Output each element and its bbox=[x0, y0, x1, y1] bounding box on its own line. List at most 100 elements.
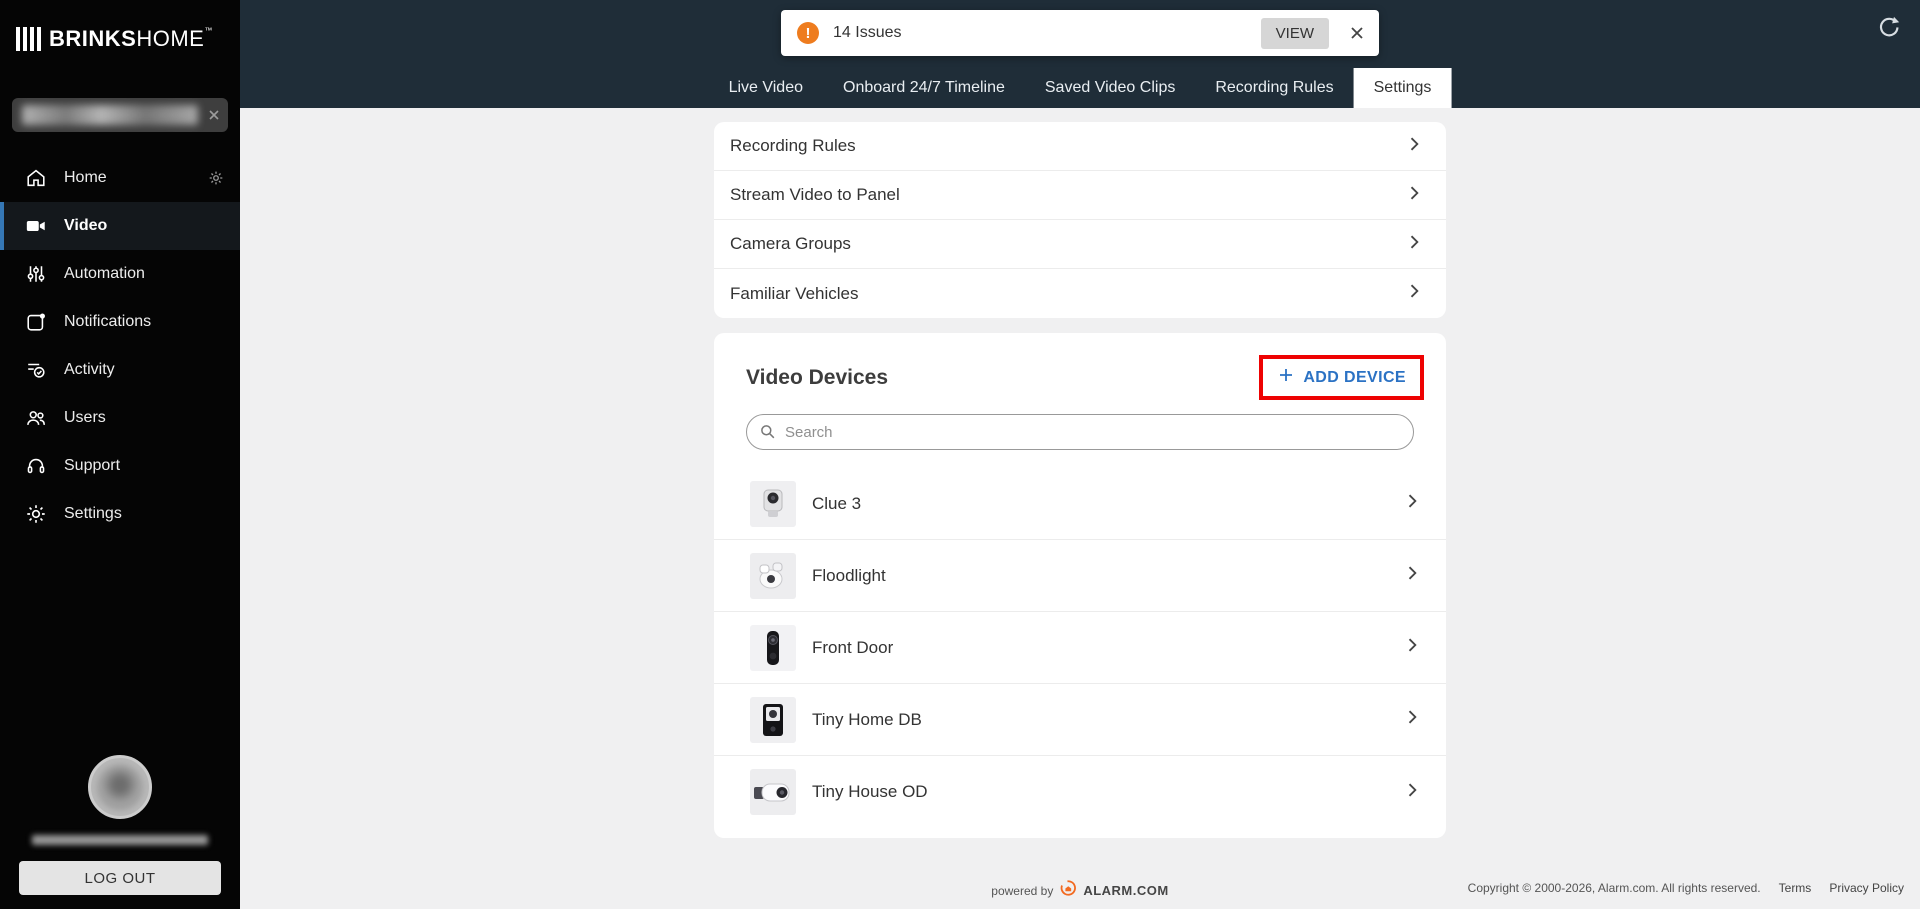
video-devices-card: Video Devices ADD DEVICE Clue 3 bbox=[714, 333, 1446, 838]
home-gear-icon[interactable] bbox=[208, 170, 224, 186]
redacted-email bbox=[32, 835, 208, 845]
device-name: Floodlight bbox=[812, 565, 886, 585]
row-label: Recording Rules bbox=[730, 136, 856, 155]
alarm-com-logo-icon bbox=[1059, 879, 1077, 902]
sidebar-item-home[interactable]: Home bbox=[0, 154, 240, 202]
device-thumbnail bbox=[750, 480, 796, 527]
add-device-button[interactable]: ADD DEVICE bbox=[1277, 366, 1406, 389]
sidebar: BRINKSHOME™ Home Video Automation Notifi… bbox=[0, 0, 240, 909]
video-tabs: Live Video Onboard 24/7 Timeline Saved V… bbox=[709, 68, 1452, 108]
legal-links: Copyright © 2000-2026, Alarm.com. All ri… bbox=[1468, 881, 1904, 895]
home-icon bbox=[24, 166, 48, 190]
sidebar-item-label: Video bbox=[64, 217, 108, 234]
video-camera-icon bbox=[24, 214, 48, 238]
logout-button[interactable]: LOG OUT bbox=[19, 861, 221, 895]
sidebar-item-label: Users bbox=[64, 409, 106, 426]
device-row-tiny-house-od[interactable]: Tiny House OD bbox=[714, 756, 1446, 828]
avatar bbox=[88, 755, 152, 819]
copyright-text: Copyright © 2000-2026, Alarm.com. All ri… bbox=[1467, 881, 1761, 895]
chevron-right-icon bbox=[1402, 780, 1422, 805]
support-headset-icon bbox=[24, 454, 48, 478]
sidebar-item-label: Support bbox=[64, 457, 121, 474]
view-issues-button[interactable]: VIEW bbox=[1260, 17, 1329, 49]
sidebar-item-settings[interactable]: Settings bbox=[0, 490, 240, 538]
search-icon bbox=[758, 422, 777, 446]
refresh-icon[interactable] bbox=[1876, 14, 1902, 45]
device-name: Tiny House OD bbox=[812, 782, 928, 801]
sidebar-item-notifications[interactable]: Notifications bbox=[0, 298, 240, 346]
main-content: Recording Rules Stream Video to Panel Ca… bbox=[240, 108, 1920, 909]
notifications-icon bbox=[24, 310, 48, 334]
brand-light: HOME bbox=[136, 26, 205, 51]
issues-count-text: 14 Issues bbox=[833, 24, 902, 41]
powered-by-text: powered by bbox=[991, 883, 1054, 898]
sidebar-item-support[interactable]: Support bbox=[0, 442, 240, 490]
row-label: Familiar Vehicles bbox=[730, 283, 859, 303]
row-familiar-vehicles[interactable]: Familiar Vehicles bbox=[714, 269, 1446, 318]
sidebar-nav: Home Video Automation Notifications Acti… bbox=[0, 154, 240, 538]
device-row-tiny-home-db[interactable]: Tiny Home DB bbox=[714, 684, 1446, 756]
sidebar-item-label: Home bbox=[64, 169, 107, 186]
brinks-bars-icon bbox=[16, 27, 41, 51]
footer: powered by ALARM.COM Copyright © 2000-20… bbox=[240, 879, 1920, 901]
tab-live-video[interactable]: Live Video bbox=[709, 68, 823, 108]
activity-icon bbox=[24, 358, 48, 382]
device-row-floodlight[interactable]: Floodlight bbox=[714, 540, 1446, 612]
redacted-system-name bbox=[22, 105, 198, 125]
device-name: Clue 3 bbox=[812, 493, 862, 513]
sidebar-item-label: Automation bbox=[64, 265, 145, 282]
brand-tm: ™ bbox=[204, 26, 213, 35]
chevron-right-icon bbox=[1402, 491, 1422, 516]
tab-onboard-timeline[interactable]: Onboard 24/7 Timeline bbox=[823, 68, 1025, 108]
issues-toast: ! 14 Issues VIEW bbox=[781, 10, 1379, 56]
add-device-label: ADD DEVICE bbox=[1303, 368, 1406, 386]
device-row-clue-3[interactable]: Clue 3 bbox=[714, 468, 1446, 540]
sidebar-item-activity[interactable]: Activity bbox=[0, 346, 240, 394]
sliders-icon bbox=[24, 262, 48, 286]
row-recording-rules[interactable]: Recording Rules bbox=[714, 122, 1446, 171]
privacy-policy-link[interactable]: Privacy Policy bbox=[1829, 881, 1904, 895]
device-search bbox=[746, 414, 1414, 450]
powered-by-alarm: powered by ALARM.COM bbox=[991, 879, 1168, 902]
row-label: Camera Groups bbox=[730, 234, 851, 253]
avatar-blurred-image bbox=[97, 764, 143, 810]
device-row-front-door[interactable]: Front Door bbox=[714, 612, 1446, 684]
plus-icon bbox=[1277, 366, 1295, 389]
chevron-right-icon bbox=[1404, 281, 1424, 306]
chevron-right-icon bbox=[1402, 707, 1422, 732]
row-camera-groups[interactable]: Camera Groups bbox=[714, 220, 1446, 269]
top-bar: Live Video Onboard 24/7 Timeline Saved V… bbox=[240, 0, 1920, 108]
device-name: Front Door bbox=[812, 637, 894, 657]
chevron-right-icon bbox=[1402, 563, 1422, 588]
brand-bold: BRINKS bbox=[49, 26, 137, 51]
sidebar-item-label: Activity bbox=[64, 361, 115, 378]
users-icon bbox=[24, 406, 48, 430]
video-devices-header: Video Devices ADD DEVICE bbox=[714, 333, 1446, 404]
device-thumbnail bbox=[750, 624, 796, 671]
alarm-com-wordmark: ALARM.COM bbox=[1083, 883, 1169, 898]
sidebar-item-label: Notifications bbox=[64, 313, 152, 330]
system-selector[interactable] bbox=[12, 98, 228, 132]
tab-settings[interactable]: Settings bbox=[1353, 68, 1452, 108]
video-settings-card: Recording Rules Stream Video to Panel Ca… bbox=[714, 122, 1446, 318]
sidebar-item-users[interactable]: Users bbox=[0, 394, 240, 442]
warning-icon: ! bbox=[797, 22, 819, 44]
sidebar-item-video[interactable]: Video bbox=[0, 202, 240, 250]
device-name: Tiny Home DB bbox=[812, 709, 922, 729]
tab-saved-video-clips[interactable]: Saved Video Clips bbox=[1025, 68, 1195, 108]
sidebar-item-automation[interactable]: Automation bbox=[0, 250, 240, 298]
close-icon[interactable] bbox=[1349, 25, 1365, 41]
clear-icon[interactable] bbox=[208, 108, 220, 126]
gear-icon bbox=[24, 502, 48, 526]
video-devices-title: Video Devices bbox=[746, 365, 889, 389]
chevron-right-icon bbox=[1404, 232, 1424, 257]
sidebar-profile: LOG OUT bbox=[0, 755, 240, 895]
device-thumbnail bbox=[750, 552, 796, 599]
brinks-home-logo: BRINKSHOME™ bbox=[0, 0, 240, 52]
search-input[interactable] bbox=[746, 414, 1414, 450]
terms-link[interactable]: Terms bbox=[1779, 881, 1812, 895]
tab-recording-rules[interactable]: Recording Rules bbox=[1195, 68, 1353, 108]
row-label: Stream Video to Panel bbox=[730, 185, 900, 204]
chevron-right-icon bbox=[1402, 635, 1422, 660]
row-stream-video-to-panel[interactable]: Stream Video to Panel bbox=[714, 171, 1446, 220]
